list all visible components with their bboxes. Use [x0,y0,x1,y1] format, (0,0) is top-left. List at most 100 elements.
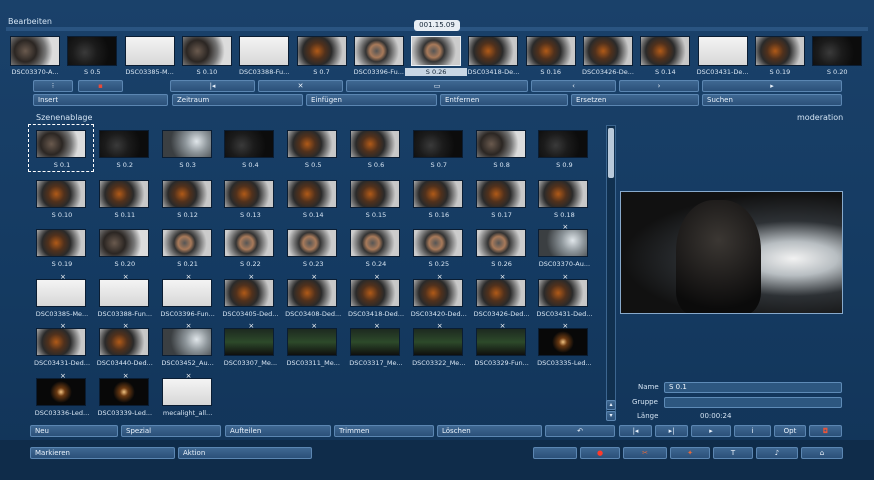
scene-item[interactable]: S 0.15 [344,178,404,224]
scene-thumbnail[interactable] [161,328,212,357]
scene-thumbnail[interactable] [98,328,149,357]
go-start-button[interactable]: |◂ [170,80,255,92]
group-field[interactable] [664,397,842,408]
undo-button[interactable]: ↶ [545,425,615,437]
timeline-clip-thumbnail[interactable] [754,36,805,66]
scene-thumbnail[interactable] [350,229,400,258]
scene-thumbnail[interactable] [161,278,212,307]
scene-item[interactable]: S 0.3 [156,128,216,174]
scene-thumbnail[interactable] [224,328,275,357]
timeline-clip-thumbnail[interactable] [468,36,519,66]
timeline-clip-thumbnail[interactable] [411,36,462,66]
scene-item[interactable]: DSC03322_Me... × [407,322,467,372]
paste-button[interactable]: Einfügen [306,94,437,106]
position-slider[interactable]: ▭ [346,80,528,92]
scene-item[interactable]: S 0.6 [344,128,404,174]
trim-button[interactable]: Trimmen [334,425,434,437]
bin-category[interactable]: moderation [797,113,843,122]
scene-thumbnail[interactable] [224,130,275,158]
scene-thumbnail[interactable] [287,179,338,208]
scene-item[interactable]: DSC03311_Me... × [281,322,341,372]
scene-item[interactable]: S 0.13 [218,178,278,224]
scrollbar-thumb[interactable] [608,128,614,178]
scene-item[interactable]: DSC03317_Me... × [344,322,404,372]
scene-item[interactable]: DSC03405-Ded... × [218,273,278,323]
audio-button[interactable]: ♪ [756,447,798,459]
scene-thumbnail[interactable] [36,179,86,208]
scene-item[interactable]: DSC03431-Ded... × [30,322,90,372]
scene-thumbnail[interactable] [161,378,212,406]
scene-item[interactable]: S 0.21 [156,227,216,273]
delete-button[interactable]: Löschen [437,425,542,437]
new-button[interactable]: Neu [30,425,118,437]
tool-button[interactable]: ◘ [809,425,842,437]
play-button[interactable]: ▸ [702,80,842,92]
scene-item[interactable]: mecalight_all... × [156,372,216,422]
scene-thumbnail[interactable] [287,328,338,357]
scene-thumbnail[interactable] [98,378,149,406]
scene-thumbnail[interactable] [350,278,400,307]
scene-item[interactable]: S 0.2 [93,128,153,174]
scene-thumbnail[interactable] [224,278,275,307]
scene-thumbnail[interactable] [98,130,149,158]
timespan-button[interactable]: Zeitraum [172,94,303,106]
scene-thumbnail[interactable] [412,229,463,258]
home-button[interactable]: ⌂ [801,447,843,459]
scene-item[interactable]: S 0.10 [30,178,90,224]
scene-thumbnail[interactable] [538,328,589,357]
scene-thumbnail[interactable] [538,179,589,208]
scene-item[interactable]: S 0.4 [218,128,278,174]
scene-thumbnail[interactable] [98,179,149,208]
scene-item[interactable]: S 0.25 [407,227,467,273]
step-forward-button[interactable]: ▸| [655,425,688,437]
scene-thumbnail[interactable] [161,179,212,208]
scene-item[interactable]: S 0.17 [470,178,530,224]
scene-item[interactable]: DSC03307_Me... × [218,322,278,372]
timeline-clip-thumbnail[interactable] [296,36,347,66]
scene-thumbnail[interactable] [412,179,463,208]
timeline-clip-thumbnail[interactable] [353,36,404,66]
footer-blank-button[interactable] [533,447,577,459]
scene-thumbnail[interactable] [475,130,526,158]
scene-thumbnail[interactable] [161,130,212,158]
scene-thumbnail[interactable] [412,130,463,158]
scene-thumbnail[interactable] [161,229,212,258]
options-button[interactable]: Opt [774,425,806,437]
timeline-clip-thumbnail[interactable] [697,36,748,66]
cut-button[interactable]: ✕ [258,80,343,92]
timeline-clip-thumbnail[interactable] [124,36,175,66]
timeline-clip-thumbnail[interactable] [640,36,691,66]
scene-item[interactable]: S 0.19 [30,227,90,273]
timeline-clip-thumbnail[interactable] [67,36,118,66]
special-button[interactable]: Spezial [121,425,221,437]
scene-thumbnail[interactable] [350,328,400,357]
mark-button[interactable]: Markieren [30,447,175,459]
scene-item[interactable]: S 0.12 [156,178,216,224]
scene-thumbnail[interactable] [98,229,149,258]
scene-item[interactable]: DSC03408-Ded... × [281,273,341,323]
scene-thumbnail[interactable] [36,229,86,258]
scene-item[interactable]: S 0.1 [28,124,94,174]
scene-scrollbar[interactable] [606,125,616,420]
scroll-up-button[interactable]: ▴ [606,400,616,410]
insert-button[interactable]: Insert [33,94,168,106]
scene-item[interactable]: S 0.14 [281,178,341,224]
timeline-clip-thumbnail[interactable] [181,36,232,66]
scene-thumbnail[interactable] [287,229,338,258]
timeline-strip[interactable]: DSC03370-A... S 0.5 DSC03385-M... S 0.10 DSC… [6,36,868,80]
scene-thumbnail[interactable] [475,179,526,208]
scene-thumbnail[interactable] [350,179,400,208]
name-field[interactable]: S 0.1 [664,382,842,393]
scene-thumbnail[interactable] [350,130,400,158]
scene-item[interactable]: S 0.7 [407,128,467,174]
title-button[interactable]: T [713,447,753,459]
scene-item[interactable]: DSC03388-Fun... × [93,273,153,323]
action-button[interactable]: Aktion [178,447,312,459]
timeline-clip-thumbnail[interactable] [525,36,576,66]
timeline-clip-thumbnail[interactable] [239,36,290,66]
info-button[interactable]: i [734,425,771,437]
scene-item[interactable]: S 0.22 [218,227,278,273]
scene-item[interactable]: S 0.9 [532,128,592,174]
edit-button[interactable]: ✂ [623,447,667,459]
scene-item[interactable]: DSC03431-Ded... × [532,273,592,323]
